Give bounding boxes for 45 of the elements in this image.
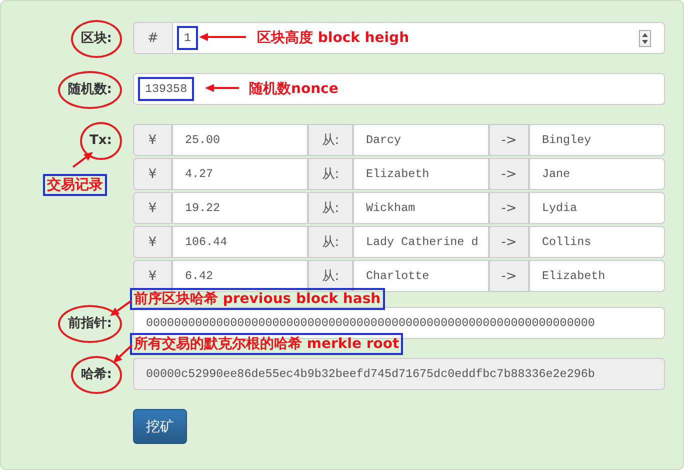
arrow-label: -> (489, 158, 529, 190)
sender-input[interactable]: Darcy (353, 124, 489, 156)
mine-button[interactable]: 挖矿 (133, 409, 187, 444)
amount-input[interactable]: 6.42 (172, 260, 308, 292)
currency-sign: ¥ (133, 192, 172, 224)
annotation-text: 随机数nonce (248, 80, 340, 99)
amount-input[interactable]: 106.44 (172, 226, 308, 258)
hash-sign: # (133, 22, 173, 54)
arrow-label: -> (489, 124, 529, 156)
field-label: 随机数: (58, 71, 122, 109)
recipient-input[interactable]: Elizabeth (529, 260, 665, 292)
pointer-arrow (110, 300, 132, 316)
recipient-input[interactable]: Collins (529, 226, 665, 258)
annotation-text: 交易记录 (43, 174, 107, 196)
sender-input[interactable]: Charlotte (353, 260, 489, 292)
arrow-label: -> (489, 260, 529, 292)
from-label: 从: (308, 260, 353, 292)
recipient-input[interactable]: Lydia (529, 192, 665, 224)
recipient-input[interactable]: Bingley (529, 124, 665, 156)
amount-input[interactable]: 4.27 (172, 158, 308, 190)
pointer-arrow (199, 33, 246, 41)
recipient-input[interactable]: Jane (529, 158, 665, 190)
spinner-icon[interactable] (639, 30, 651, 47)
pointer-arrow (113, 344, 133, 363)
annotation-text: 所有交易的默克尔根的哈希 merkle root (130, 333, 404, 355)
sender-input[interactable]: Wickham (353, 192, 489, 224)
sender-input[interactable]: Elizabeth (353, 158, 489, 190)
from-label: 从: (308, 192, 353, 224)
arrow-label: -> (489, 226, 529, 258)
amount-input[interactable]: 19.22 (172, 192, 308, 224)
arrow-label: -> (489, 192, 529, 224)
pointer-arrow (72, 152, 93, 168)
currency-sign: ¥ (133, 124, 172, 156)
currency-sign: ¥ (133, 226, 172, 258)
from-label: 从: (308, 124, 353, 156)
pointer-arrow (205, 84, 239, 92)
from-label: 从: (308, 226, 353, 258)
annotation-text: 前序区块哈希 previous block hash (130, 288, 385, 310)
currency-sign: ¥ (133, 260, 172, 292)
field-label: 区块: (70, 20, 122, 58)
from-label: 从: (308, 158, 353, 190)
currency-sign: ¥ (133, 158, 172, 190)
annotation-text: 区块高度 block heigh (256, 28, 410, 48)
amount-input[interactable]: 25.00 (172, 124, 308, 156)
sender-input[interactable]: Lady Catherine d (353, 226, 489, 258)
